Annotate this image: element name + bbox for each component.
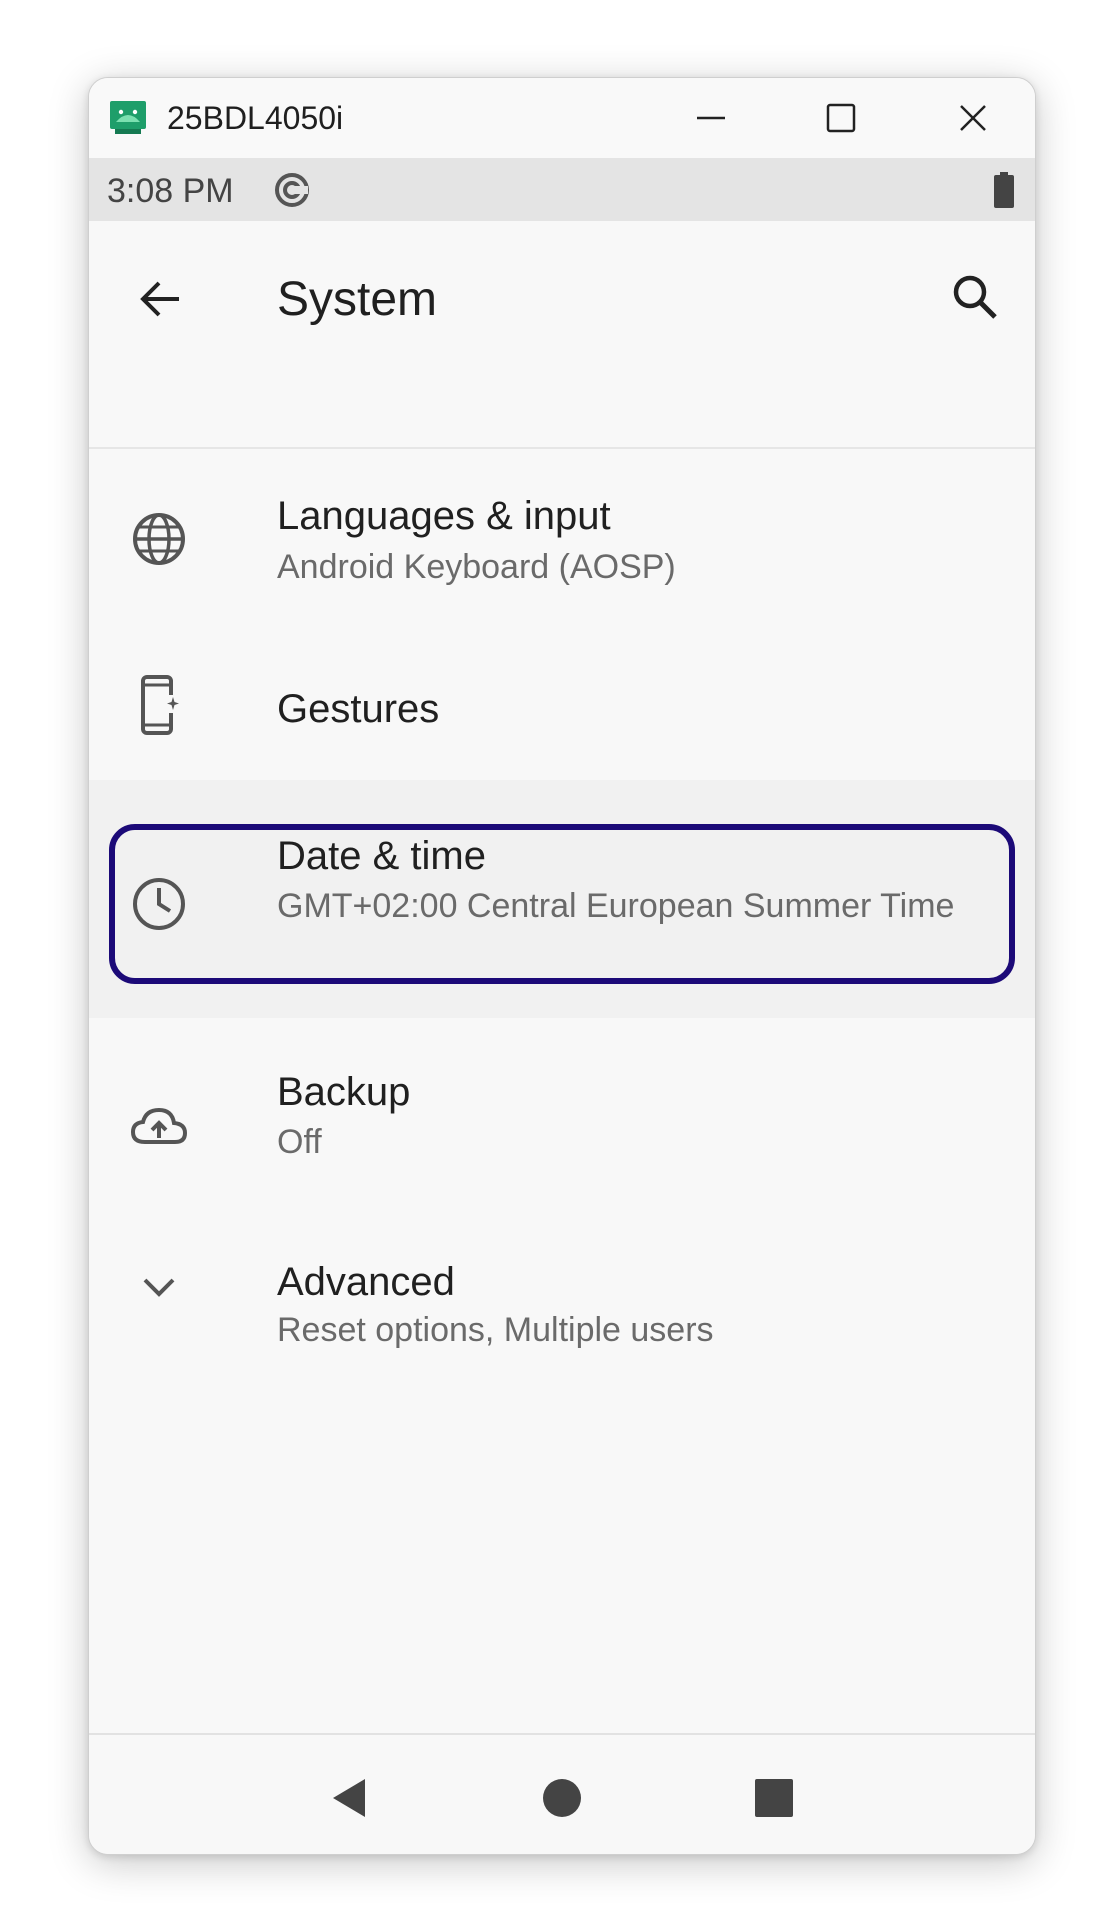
window-title-bar: 25BDL4050i — [89, 78, 1035, 158]
nav-home-icon[interactable] — [537, 1773, 587, 1823]
item-subtitle: Android Keyboard (AOSP) — [277, 548, 676, 586]
item-title: Advanced — [277, 1260, 455, 1304]
item-subtitle: GMT+02:00 Central European Summer Time — [277, 887, 955, 925]
item-title: Gestures — [277, 687, 440, 731]
clock-icon — [133, 878, 185, 930]
gestures-phone-icon — [141, 675, 179, 735]
item-subtitle: Reset options, Multiple users — [277, 1311, 714, 1349]
nav-back-icon[interactable] — [325, 1773, 375, 1823]
globe-icon — [133, 513, 185, 565]
cloud-upload-icon — [130, 1107, 188, 1144]
item-title: Backup — [277, 1070, 411, 1114]
settings-item-gestures[interactable]: Gestures — [89, 629, 1035, 780]
android-icon — [110, 101, 146, 134]
settings-item-advanced[interactable]: Advanced Reset options, Multiple users — [89, 1198, 1035, 1378]
minimize-icon[interactable] — [689, 96, 733, 140]
settings-item-backup[interactable]: Backup Off — [89, 1018, 1035, 1198]
emulator-window: 25BDL4050i 3:08 PM System Languages & in… — [88, 77, 1036, 1855]
settings-item-date-time[interactable]: Date & time GMT+02:00 Central European S… — [89, 780, 1035, 1018]
window-title: 25BDL4050i — [167, 100, 344, 136]
item-title: Date & time — [277, 834, 486, 878]
sync-icon — [275, 173, 309, 207]
settings-item-languages[interactable]: Languages & input Android Keyboard (AOSP… — [89, 449, 1035, 629]
arrow-back-icon[interactable] — [135, 273, 187, 325]
system-navigation-bar — [89, 1733, 1035, 1854]
maximize-icon[interactable] — [819, 96, 863, 140]
page-title: System — [277, 273, 438, 326]
status-bar: 3:08 PM — [89, 158, 1035, 221]
battery-icon — [994, 172, 1014, 208]
app-bar: System — [89, 221, 1035, 449]
nav-recents-icon[interactable] — [749, 1773, 799, 1823]
search-icon[interactable] — [949, 271, 1001, 323]
close-icon[interactable] — [951, 96, 995, 140]
item-title: Languages & input — [277, 494, 611, 538]
status-time: 3:08 PM — [107, 172, 234, 210]
item-subtitle: Off — [277, 1123, 322, 1161]
chevron-down-icon — [143, 1278, 175, 1297]
